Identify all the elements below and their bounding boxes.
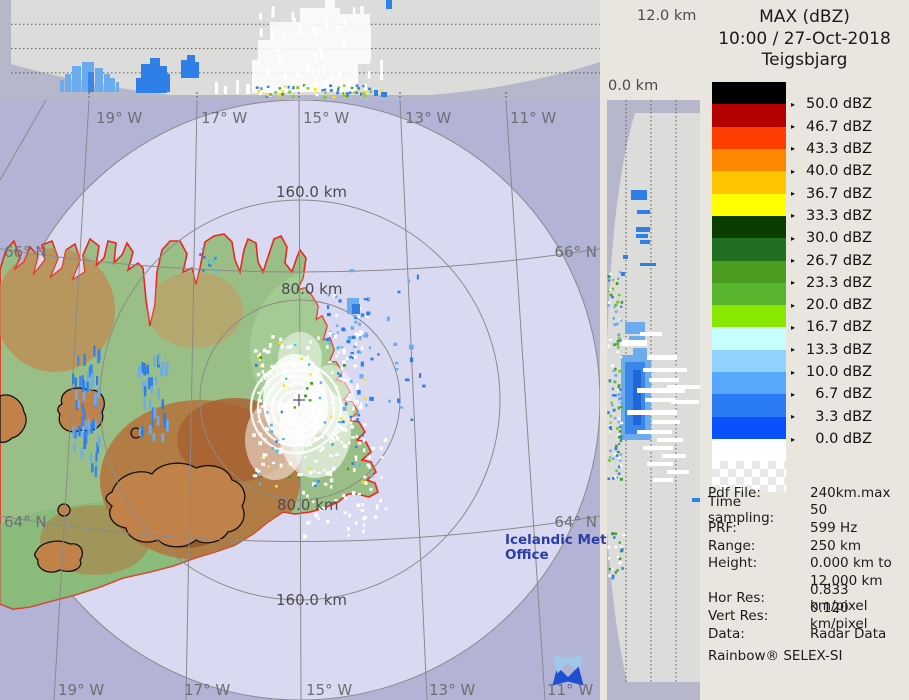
dbz-color-scale: ▸ 50.0 dBZ ▸ 46.7 dBZ ▸ 43.3 dBZ ▸ 40.0 dBZ … bbox=[712, 82, 902, 492]
scale-row: ▸ 43.3 dBZ bbox=[712, 126, 902, 157]
info-value: 240km.max bbox=[810, 484, 891, 501]
imo-pinwheel-icon bbox=[552, 654, 584, 686]
lon-label-bottom: 15° W bbox=[306, 681, 352, 699]
lon-label-top: 11° W bbox=[510, 109, 556, 127]
lon-label-bottom: 17° W bbox=[184, 681, 230, 699]
info-row: PRF: 599 Hz bbox=[708, 519, 906, 537]
info-row: Vert Res: 0.120 km/pixel bbox=[708, 600, 906, 632]
scale-row: ▸ 33.3 dBZ bbox=[712, 193, 902, 224]
ring-label-80-top: 80.0 km bbox=[281, 280, 342, 298]
imo-logo-text-line1: Icelandic Met bbox=[505, 532, 607, 548]
ring-label-160-top: 160.0 km bbox=[276, 183, 347, 201]
top-profile-panel bbox=[0, 0, 600, 100]
product-info-block: Pdf File: 240km.max Time sampling: 50 PRF:… bbox=[708, 484, 906, 665]
info-row: Range: 250 km bbox=[708, 537, 906, 555]
scale-row: ▸ 50.0 dBZ bbox=[712, 82, 902, 112]
info-row: Data: Radar Data bbox=[708, 625, 906, 643]
ring-label-80-bottom: 80.0 km bbox=[277, 496, 338, 514]
legend-panel: MAX (dBZ) 10:00 / 27-Oct-2018 Teigsbjarg… bbox=[700, 0, 909, 700]
info-label: PRF: bbox=[708, 519, 737, 536]
lon-label-bottom: 13° W bbox=[429, 681, 475, 699]
top-echo-blue-bit bbox=[88, 72, 94, 92]
radar-map-canvas: 19° W 17° W 15° W 13° W 11° W 19° W 17° … bbox=[0, 100, 600, 700]
scale-row: ▸ 40.0 dBZ bbox=[712, 148, 902, 179]
info-value: 599 Hz bbox=[810, 519, 858, 536]
imo-logo-text-line2: Office bbox=[505, 547, 549, 563]
scale-swatch bbox=[712, 148, 786, 172]
scale-row: ▸ 16.7 dBZ bbox=[712, 305, 902, 335]
side-axis-top-label: 12.0 km bbox=[637, 8, 697, 24]
info-value: 50 bbox=[810, 502, 828, 519]
scale-row: ▸ 23.3 dBZ bbox=[712, 260, 902, 291]
radar-product-screen: { "header": { "title": "MAX (dBZ)", "dat… bbox=[0, 0, 909, 700]
scale-swatch bbox=[712, 126, 786, 149]
lon-label-top: 15° W bbox=[303, 109, 349, 127]
info-label: Height: bbox=[708, 555, 758, 572]
info-label: Vert Res: bbox=[708, 607, 769, 624]
info-row: Time sampling: 50 bbox=[708, 494, 906, 526]
info-label: Hor Res: bbox=[708, 590, 765, 607]
scale-swatch bbox=[712, 305, 786, 328]
scale-row: ▸ 6.7 dBZ bbox=[712, 372, 902, 402]
scale-swatch bbox=[712, 372, 786, 395]
info-label: Data: bbox=[708, 625, 745, 642]
info-value: 0.000 km to bbox=[810, 555, 892, 572]
ring-label-160-bottom: 160.0 km bbox=[276, 591, 347, 609]
scale-swatch bbox=[712, 349, 786, 373]
scale-swatch bbox=[712, 260, 786, 283]
level-marker-icon: ▸ bbox=[791, 434, 796, 444]
scale-swatch bbox=[712, 238, 786, 261]
lat-label-right: 66° N bbox=[554, 243, 597, 261]
station-name: Teigsbjarg bbox=[761, 50, 848, 70]
scale-swatch bbox=[712, 394, 786, 417]
scale-row: ▸ 13.3 dBZ bbox=[712, 327, 902, 358]
info-label: Range: bbox=[708, 537, 756, 554]
scale-row: ▸ 30.0 dBZ bbox=[712, 215, 902, 246]
scale-swatch bbox=[712, 416, 786, 439]
product-title: MAX (dBZ) bbox=[759, 7, 850, 27]
right-profile-panel bbox=[607, 100, 700, 700]
scale-label: 0.0 dBZ bbox=[815, 431, 873, 447]
scale-swatch bbox=[712, 327, 786, 350]
lon-label-top: 13° W bbox=[405, 109, 451, 127]
imo-logo: Icelandic Met Office bbox=[505, 533, 615, 563]
info-value: 250 km bbox=[810, 537, 862, 554]
lon-label-bottom: 19° W bbox=[58, 681, 104, 699]
scale-row: ▸ 36.7 dBZ bbox=[712, 171, 902, 202]
lat-label-right: 64° N bbox=[554, 513, 597, 531]
lat-label-left: 66° N bbox=[4, 243, 47, 261]
info-row: Height: 0.000 km to bbox=[708, 554, 906, 572]
product-datetime: 10:00 / 27-Oct-2018 bbox=[718, 28, 891, 49]
lon-label-top: 19° W bbox=[96, 109, 142, 127]
scale-swatch bbox=[712, 193, 786, 216]
scale-swatch bbox=[712, 282, 786, 306]
software-branding: Rainbow® SELEX-SI bbox=[708, 648, 843, 665]
scale-swatch bbox=[712, 82, 786, 105]
scale-row: ▸ 26.7 dBZ bbox=[712, 238, 902, 269]
lon-label-top: 17° W bbox=[201, 109, 247, 127]
scale-band-below-zero bbox=[712, 439, 786, 461]
scale-row: ▸ 3.3 dBZ bbox=[712, 394, 902, 425]
right-echo-dark-core bbox=[633, 370, 641, 425]
info-value: Radar Data bbox=[810, 625, 887, 642]
lat-label-left: 64° N bbox=[4, 513, 47, 531]
scale-swatch bbox=[712, 215, 786, 239]
scale-row: ▸ 0.0 dBZ bbox=[712, 416, 902, 447]
side-axis-bottom-label: 0.0 km bbox=[608, 78, 659, 94]
scale-swatch bbox=[712, 171, 786, 194]
scale-row: ▸ 20.0 dBZ bbox=[712, 282, 902, 313]
scale-swatch bbox=[712, 104, 786, 127]
scale-row: ▸ 10.0 dBZ bbox=[712, 349, 902, 380]
echo-ne-patch-core bbox=[352, 304, 360, 314]
scale-row: ▸ 46.7 dBZ bbox=[712, 104, 902, 135]
